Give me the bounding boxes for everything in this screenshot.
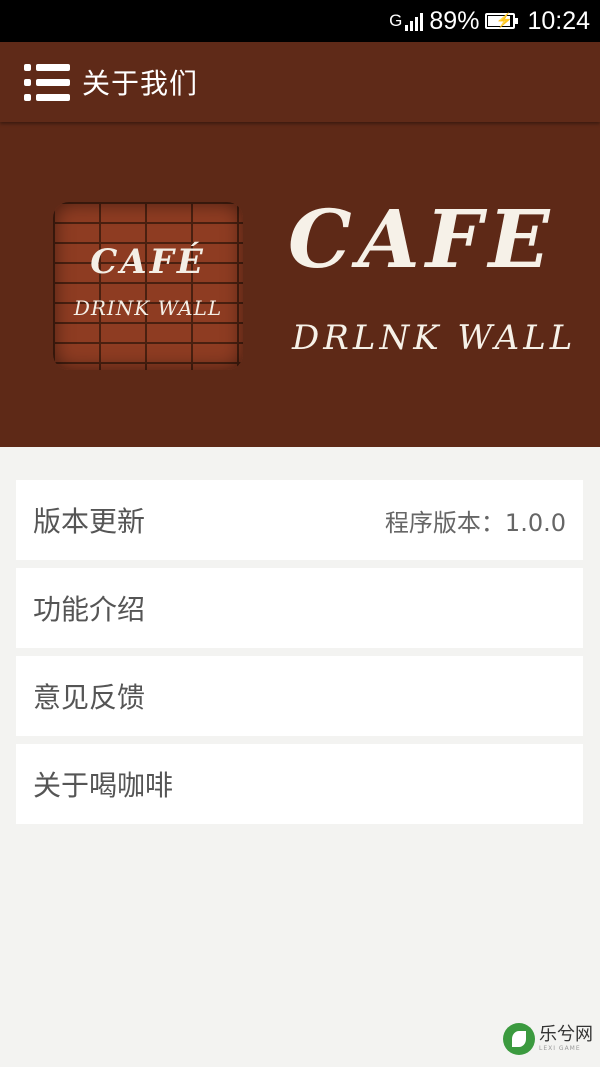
watermark: 乐兮网 LEXI GAME [503,1023,593,1055]
watermark-text: 乐兮网 [539,1024,593,1045]
menu-item-version-update[interactable]: 版本更新 程序版本：1.0.0 [16,480,583,560]
logo-title: CAFÉ [90,242,206,282]
watermark-subtext: LEXI GAME [539,1045,581,1052]
app-version-value: 程序版本：1.0.0 [384,508,566,537]
cafe-banner: CAFÉ DRINK WALL CAFE DRLNK WALL [0,122,600,447]
menu-item-about-coffee[interactable]: 关于喝咖啡 [16,744,583,824]
menu-item-label: 关于喝咖啡 [33,769,174,802]
app-bar: 关于我们 [0,42,600,122]
battery-charging-icon: ⚡ [485,12,519,29]
signal-icon: G [389,11,424,31]
menu-item-features[interactable]: 功能介绍 [16,568,583,648]
logo-subtitle: DRINK WALL [73,296,223,320]
menu-list-icon[interactable] [24,63,70,101]
banner-subtitle: DRLNK WALL [292,318,577,358]
menu-item-label: 意见反馈 [33,681,146,714]
leaf-logo-icon [503,1023,535,1055]
menu-item-feedback[interactable]: 意见反馈 [16,656,583,736]
page-title: 关于我们 [82,67,199,100]
network-type: G [389,11,403,30]
status-bar: G 89% ⚡ 10:24 [0,0,600,42]
menu-item-label: 版本更新 [33,505,146,538]
banner-title: CAFE [288,192,556,286]
app-logo: CAFÉ DRINK WALL [53,202,243,370]
menu-item-label: 功能介绍 [33,593,146,626]
battery-percent: 89% [429,6,480,35]
clock: 10:24 [527,6,590,35]
settings-list: 版本更新 程序版本：1.0.0 功能介绍 意见反馈 关于喝咖啡 [16,480,583,832]
